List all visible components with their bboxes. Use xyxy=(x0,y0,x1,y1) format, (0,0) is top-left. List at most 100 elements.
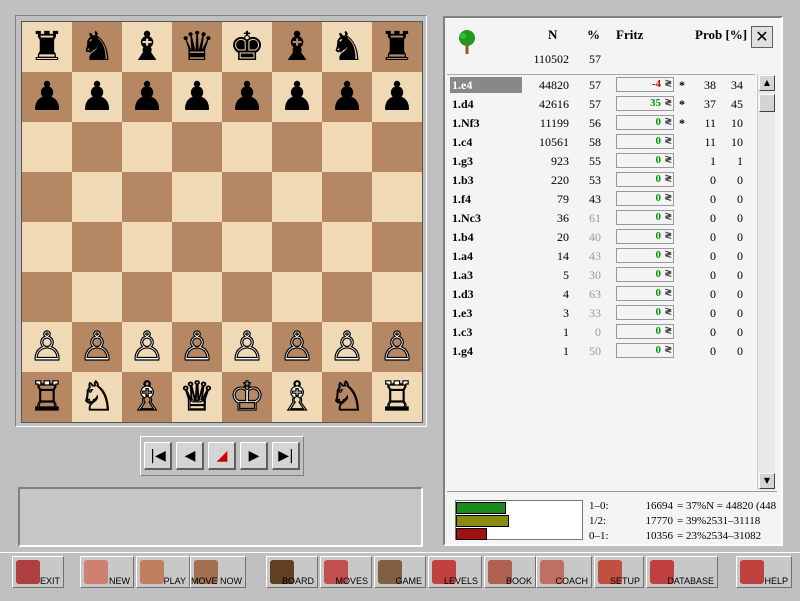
moves-button[interactable]: MOVES xyxy=(320,556,372,588)
board-square[interactable] xyxy=(272,222,322,272)
board-square[interactable]: ♙ xyxy=(72,322,122,372)
game-button[interactable]: GAME xyxy=(374,556,426,588)
fritz-eval-field[interactable]: 0 ≷ xyxy=(616,305,674,320)
spin-arrows-icon[interactable]: ≷ xyxy=(664,286,672,299)
board-square[interactable] xyxy=(72,122,122,172)
board-square[interactable]: ♙ xyxy=(122,322,172,372)
fritz-eval-field[interactable]: -4 ≷ xyxy=(616,77,674,92)
spin-arrows-icon[interactable]: ≷ xyxy=(664,267,672,280)
board-square[interactable]: ♕ xyxy=(172,372,222,422)
board-square[interactable]: ♟ xyxy=(372,72,422,122)
chess-piece[interactable]: ♙ xyxy=(378,326,415,367)
board-square[interactable]: ♙ xyxy=(372,322,422,372)
board-square[interactable] xyxy=(72,172,122,222)
first-button[interactable]: |◀ xyxy=(144,442,172,470)
board-square[interactable] xyxy=(22,172,72,222)
chess-piece[interactable]: ♖ xyxy=(28,376,65,417)
board-square[interactable] xyxy=(272,172,322,222)
spin-arrows-icon[interactable]: ≷ xyxy=(664,324,672,337)
board-square[interactable]: ♞ xyxy=(72,22,122,72)
book-row[interactable]: 1.f4 79 43 0 ≷ 0 0 xyxy=(445,189,755,208)
chess-board[interactable]: ♜ ♞ ♝ ♛ ♚ ♝ ♞ ♜ ♟ ♟ ♟ ♟ ♟ ♟ ♟ ♟ ♙ ♙ ♙ ♙ ♙ ♙ ♙ ♙ ♖ ♘ ♗ ♕ ♔ ♗ ♘ ♖ xyxy=(21,21,423,423)
new-button[interactable]: NEW xyxy=(80,556,134,588)
board-square[interactable]: ♟ xyxy=(72,72,122,122)
board-square[interactable] xyxy=(72,222,122,272)
tree-icon[interactable] xyxy=(457,29,477,55)
spin-arrows-icon[interactable]: ≷ xyxy=(664,77,672,90)
move-label[interactable]: 1.c3 xyxy=(450,324,522,340)
chess-piece[interactable]: ♙ xyxy=(178,326,215,367)
board-square[interactable]: ♔ xyxy=(222,372,272,422)
board-square[interactable] xyxy=(122,172,172,222)
close-button[interactable]: ✕ xyxy=(751,26,773,48)
book-row[interactable]: 1.g3 923 55 0 ≷ 1 1 xyxy=(445,151,755,170)
board-square[interactable] xyxy=(322,222,372,272)
forward-button[interactable]: ▶ xyxy=(240,442,268,470)
chess-piece[interactable]: ♟ xyxy=(129,77,165,117)
chess-piece[interactable]: ♜ xyxy=(379,27,415,67)
chess-piece[interactable]: ♔ xyxy=(228,376,265,417)
fritz-eval-field[interactable]: 0 ≷ xyxy=(616,229,674,244)
book-row[interactable]: 1.b4 20 40 0 ≷ 0 0 xyxy=(445,227,755,246)
fritz-eval-field[interactable]: 0 ≷ xyxy=(616,115,674,130)
takeback-button[interactable]: ◢ xyxy=(208,442,236,470)
board-square[interactable] xyxy=(222,172,272,222)
chess-piece[interactable]: ♙ xyxy=(78,326,115,367)
board-square[interactable]: ♟ xyxy=(22,72,72,122)
board-square[interactable] xyxy=(122,122,172,172)
scroll-thumb[interactable] xyxy=(759,94,775,112)
spin-arrows-icon[interactable]: ≷ xyxy=(664,115,672,128)
board-square[interactable] xyxy=(322,272,372,322)
board-square[interactable] xyxy=(222,272,272,322)
help-button[interactable]: HELP xyxy=(736,556,792,588)
fritz-eval-field[interactable]: 0 ≷ xyxy=(616,134,674,149)
chess-piece[interactable]: ♟ xyxy=(179,77,215,117)
board-square[interactable]: ♗ xyxy=(122,372,172,422)
book-row[interactable]: 1.c4 10561 58 0 ≷ 11 10 xyxy=(445,132,755,151)
board-square[interactable] xyxy=(222,122,272,172)
board-square[interactable]: ♛ xyxy=(172,22,222,72)
book-row[interactable]: 1.a4 14 43 0 ≷ 0 0 xyxy=(445,246,755,265)
back-button[interactable]: ◀ xyxy=(176,442,204,470)
move-label[interactable]: 1.a4 xyxy=(450,248,522,264)
board-square[interactable] xyxy=(122,272,172,322)
board-square[interactable]: ♚ xyxy=(222,22,272,72)
move-label[interactable]: 1.e3 xyxy=(450,305,522,321)
book-button[interactable]: BOOK xyxy=(484,556,536,588)
chess-piece[interactable]: ♟ xyxy=(29,77,65,117)
board-square[interactable]: ♟ xyxy=(272,72,322,122)
exit-button[interactable]: EXIT xyxy=(12,556,64,588)
board-square[interactable] xyxy=(172,172,222,222)
board-square[interactable] xyxy=(322,172,372,222)
board-square[interactable]: ♟ xyxy=(322,72,372,122)
header-fritz[interactable]: Fritz xyxy=(616,27,643,43)
move-label[interactable]: 1.e4 xyxy=(450,77,522,93)
chess-piece[interactable]: ♞ xyxy=(79,27,115,67)
board-square[interactable] xyxy=(272,122,322,172)
play-button[interactable]: PLAY xyxy=(136,556,190,588)
move-label[interactable]: 1.c4 xyxy=(450,134,522,150)
board-square[interactable]: ♘ xyxy=(72,372,122,422)
board-square[interactable] xyxy=(172,272,222,322)
coach-button[interactable]: COACH xyxy=(536,556,592,588)
last-button[interactable]: ▶| xyxy=(272,442,300,470)
board-square[interactable] xyxy=(372,122,422,172)
board-square[interactable]: ♙ xyxy=(172,322,222,372)
board-square[interactable]: ♙ xyxy=(222,322,272,372)
move-label[interactable]: 1.Nf3 xyxy=(450,115,522,131)
board-square[interactable] xyxy=(172,222,222,272)
board-square[interactable]: ♞ xyxy=(322,22,372,72)
move-label[interactable]: 1.d4 xyxy=(450,96,522,112)
chess-piece[interactable]: ♗ xyxy=(278,376,315,417)
fritz-eval-field[interactable]: 35 ≷ xyxy=(616,96,674,111)
fritz-eval-field[interactable]: 0 ≷ xyxy=(616,286,674,301)
chess-piece[interactable]: ♜ xyxy=(29,27,65,67)
move-label[interactable]: 1.b4 xyxy=(450,229,522,245)
board-square[interactable]: ♖ xyxy=(372,372,422,422)
board-square[interactable] xyxy=(222,222,272,272)
board-square[interactable]: ♟ xyxy=(172,72,222,122)
levels-button[interactable]: LEVELS xyxy=(428,556,482,588)
spin-arrows-icon[interactable]: ≷ xyxy=(664,153,672,166)
chess-piece[interactable]: ♙ xyxy=(228,326,265,367)
header-percent[interactable]: % xyxy=(587,27,600,43)
